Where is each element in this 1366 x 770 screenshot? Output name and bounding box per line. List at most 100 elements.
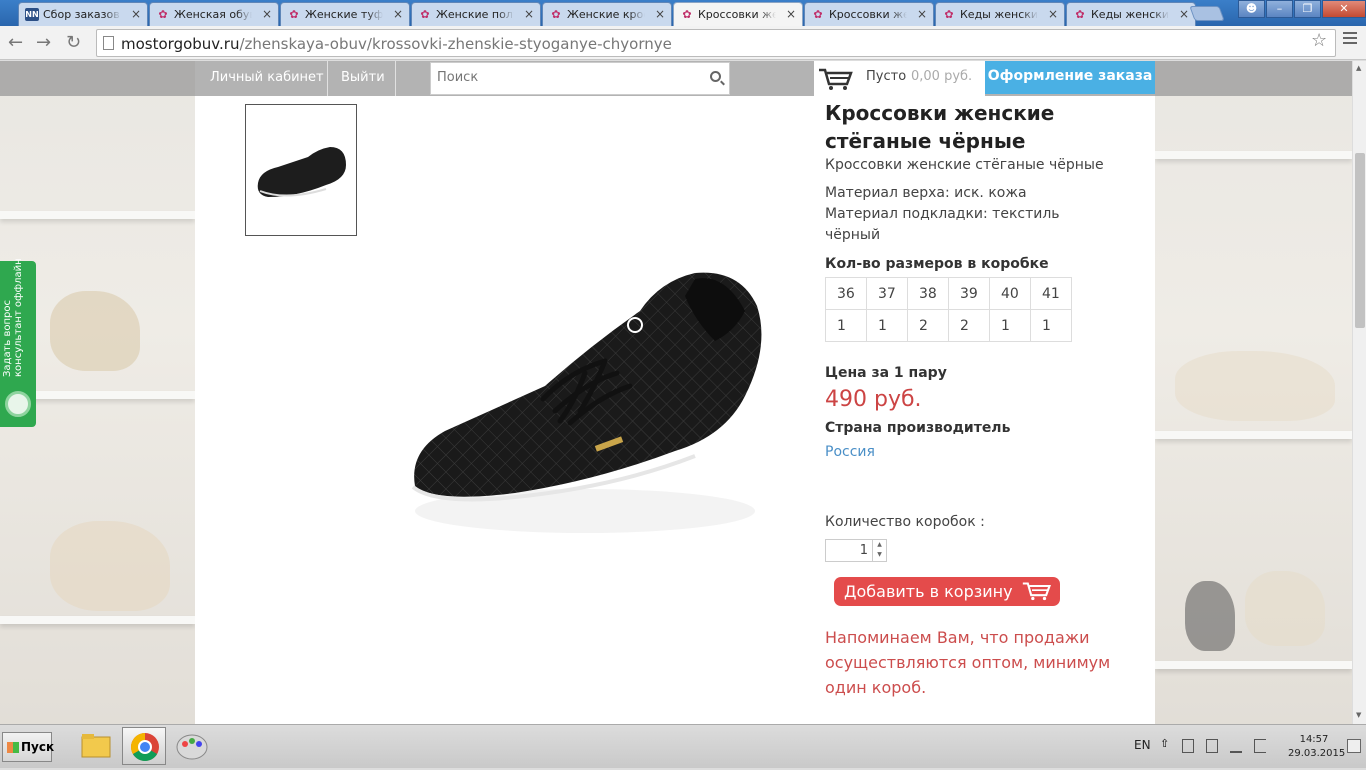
search-input[interactable] bbox=[437, 70, 697, 85]
tab-title: Сбор заказов!Р bbox=[43, 8, 121, 21]
site-favicon-icon: ✿ bbox=[551, 8, 561, 21]
ask-question-widget[interactable]: Задать вопрос консультант оффлайн bbox=[0, 258, 36, 427]
network-icon[interactable] bbox=[1230, 739, 1242, 753]
site-favicon-icon: ✿ bbox=[158, 8, 168, 21]
url-text: mostorgobuv.ru/zhenskaya-obuv/krossovki-… bbox=[121, 35, 672, 53]
scrollbar-thumb[interactable] bbox=[1355, 153, 1365, 328]
widget-line-1: Задать вопрос bbox=[2, 300, 13, 377]
header-divider bbox=[395, 61, 396, 96]
minimize-button[interactable]: – bbox=[1266, 0, 1293, 18]
size-cell: 36 bbox=[825, 277, 867, 310]
account-link[interactable]: Личный кабинет bbox=[210, 70, 324, 85]
tab-close-icon[interactable]: × bbox=[917, 7, 927, 21]
language-indicator[interactable]: EN bbox=[1134, 738, 1151, 752]
count-cell: 1 bbox=[866, 309, 908, 342]
browser-tab[interactable]: ✿ Женская обувь × bbox=[149, 2, 279, 26]
tab-close-icon[interactable]: × bbox=[131, 7, 141, 21]
widget-text: Задать вопрос консультант оффлайн bbox=[2, 227, 24, 377]
restore-button[interactable]: ❐ bbox=[1294, 0, 1321, 18]
tab-close-icon[interactable]: × bbox=[655, 7, 665, 21]
browser-tab[interactable]: ✿ Кеды женские × bbox=[1066, 2, 1196, 26]
clock-date: 29.03.2015 bbox=[1288, 748, 1346, 759]
vertical-scrollbar[interactable]: ▲ ▼ bbox=[1352, 61, 1366, 724]
flag-icon[interactable] bbox=[1182, 739, 1194, 753]
product-thumbnail[interactable] bbox=[245, 104, 357, 236]
chrome-menu-icon[interactable] bbox=[1343, 32, 1357, 47]
bg-shoe-image bbox=[1175, 351, 1335, 421]
browser-tab[interactable]: ✿ Женские кросс × bbox=[542, 2, 672, 26]
product-specs: Материал верха: иск. кожа Материал подкл… bbox=[825, 183, 1145, 246]
browser-tab[interactable]: ✿ Женские полуб × bbox=[411, 2, 541, 26]
user-icon[interactable]: ☻ bbox=[1238, 0, 1265, 18]
cart-status: Пусто bbox=[866, 69, 907, 84]
tab-close-icon[interactable]: × bbox=[1048, 7, 1058, 21]
widget-line-2: консультант оффлайн bbox=[13, 258, 24, 377]
windows-logo-icon bbox=[7, 742, 19, 753]
spec-color: чёрный bbox=[825, 227, 881, 243]
quantity-label: Количество коробок : bbox=[825, 514, 985, 530]
chat-icon bbox=[5, 391, 31, 417]
tab-close-icon[interactable]: × bbox=[1179, 7, 1189, 21]
bg-shoe-image bbox=[50, 291, 140, 371]
show-desktop-button[interactable] bbox=[1347, 739, 1361, 753]
product-main-image bbox=[411, 272, 762, 533]
volume-icon[interactable] bbox=[1254, 739, 1266, 753]
site-favicon-icon: ✿ bbox=[289, 8, 299, 21]
tab-title: Женские полуб bbox=[436, 8, 514, 21]
sizes-header: Кол-во размеров в коробке bbox=[825, 256, 1049, 272]
add-to-cart-label: Добавить в корзину bbox=[844, 582, 1013, 601]
search-icon[interactable] bbox=[710, 71, 721, 82]
nn-favicon-icon: NN bbox=[25, 8, 39, 21]
wholesale-notice: Напоминаем Вам, что продажи осуществляют… bbox=[825, 628, 1111, 697]
mini-cart[interactable]: Пусто 0,00 руб. bbox=[814, 61, 985, 96]
tab-title: Кроссовки жен bbox=[698, 8, 776, 21]
clock[interactable]: 14:57 29.03.2015 bbox=[1288, 733, 1346, 761]
quantity-stepper[interactable]: 1 ▲ ▼ bbox=[825, 539, 887, 562]
bookmark-star-icon[interactable]: ☆ bbox=[1311, 30, 1327, 51]
tab-close-icon[interactable]: × bbox=[393, 7, 403, 21]
chrome-icon[interactable] bbox=[122, 727, 166, 765]
site-favicon-icon: ✿ bbox=[944, 8, 954, 21]
country-link[interactable]: Россия bbox=[825, 444, 1145, 460]
address-bar[interactable]: mostorgobuv.ru/zhenskaya-obuv/krossovki-… bbox=[96, 29, 1336, 57]
system-tray: ⇧ bbox=[1160, 737, 1280, 755]
scroll-up-icon[interactable]: ▲ bbox=[1356, 64, 1361, 72]
forward-icon[interactable]: → bbox=[36, 32, 51, 53]
page-viewport: Личный кабинет Выйти Пусто 0,00 руб. Офо… bbox=[0, 61, 1352, 724]
back-icon[interactable]: ← bbox=[8, 32, 23, 53]
cart-icon bbox=[1022, 582, 1051, 601]
reload-icon[interactable]: ↻ bbox=[66, 32, 81, 53]
add-to-cart-button[interactable]: Добавить в корзину bbox=[834, 577, 1060, 606]
tab-title: Кроссовки жен bbox=[829, 8, 907, 21]
tab-title: Женские кросс bbox=[567, 8, 645, 21]
logout-link[interactable]: Выйти bbox=[341, 70, 385, 85]
browser-tab[interactable]: ✿ Кеды женские × bbox=[935, 2, 1065, 26]
tab-close-icon[interactable]: × bbox=[786, 7, 796, 21]
table-row: 36 37 38 39 40 41 bbox=[825, 277, 1072, 310]
bg-shoe-image bbox=[1185, 581, 1235, 651]
browser-tab[interactable]: ✿ Кроссовки жен × bbox=[673, 2, 803, 26]
country-label: Страна производитель bbox=[825, 420, 1011, 436]
stepper-arrows-icon[interactable]: ▲ ▼ bbox=[872, 540, 886, 561]
explorer-icon[interactable] bbox=[74, 727, 118, 765]
tab-close-icon[interactable]: × bbox=[524, 7, 534, 21]
tab-close-icon[interactable]: × bbox=[262, 7, 272, 21]
browser-tab[interactable]: ✿ Кроссовки жен × bbox=[804, 2, 934, 26]
start-button[interactable]: Пуск bbox=[2, 732, 54, 762]
site-favicon-icon: ✿ bbox=[813, 8, 823, 21]
count-cell: 2 bbox=[948, 309, 990, 342]
bg-shelf bbox=[1155, 661, 1352, 669]
checkout-button[interactable]: Оформление заказа bbox=[985, 61, 1155, 94]
usb-icon[interactable] bbox=[1206, 739, 1218, 753]
spec-lining-material: Материал подкладки: текстиль bbox=[825, 206, 1060, 222]
bg-shoe-image bbox=[1245, 571, 1325, 646]
browser-tab[interactable]: ✿ Женские туфли × bbox=[280, 2, 410, 26]
new-tab-button[interactable] bbox=[1189, 6, 1225, 21]
paint-icon[interactable] bbox=[170, 727, 214, 765]
scroll-down-icon[interactable]: ▼ bbox=[1356, 711, 1361, 719]
browser-tab[interactable]: NN Сбор заказов!Р × bbox=[18, 2, 148, 26]
quantity-row: Количество коробок : 1 ▲ ▼ bbox=[825, 512, 1145, 562]
size-cell: 37 bbox=[866, 277, 908, 310]
tray-expand-icon[interactable]: ⇧ bbox=[1160, 737, 1169, 750]
close-window-button[interactable]: ✕ bbox=[1322, 0, 1366, 18]
